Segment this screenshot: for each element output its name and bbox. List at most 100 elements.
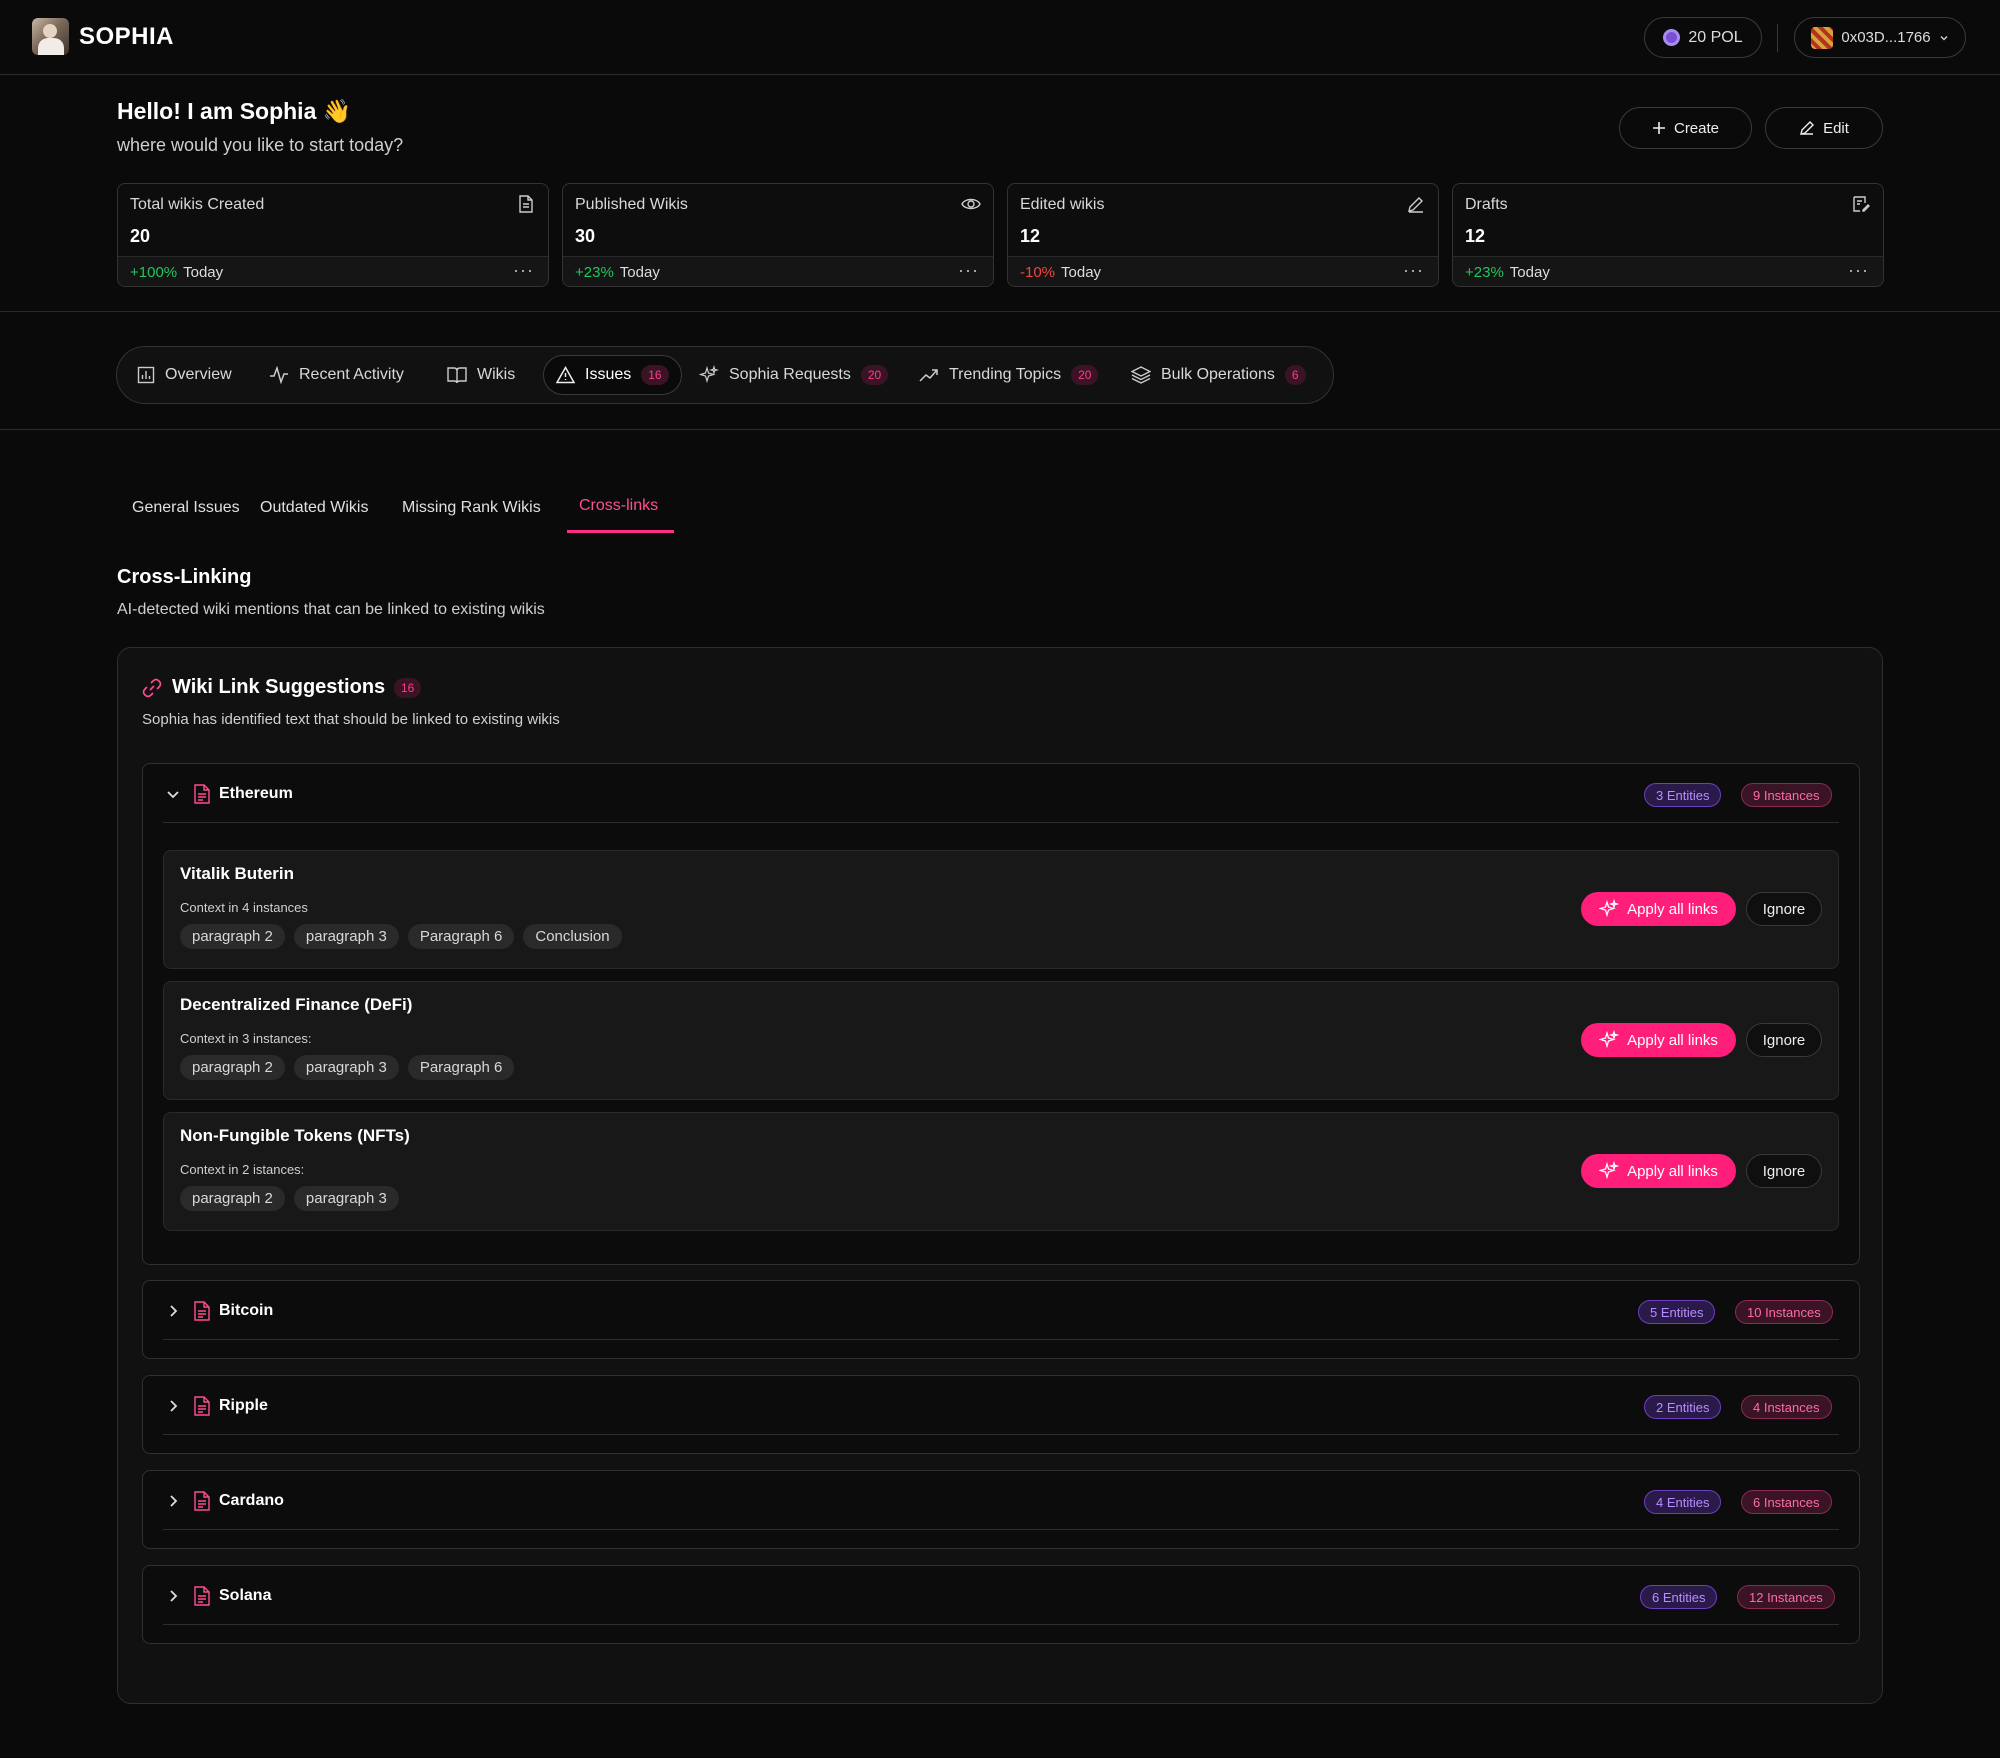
group-cardano[interactable]: Cardano 4 Entities 6 Instances <box>142 1470 1860 1549</box>
subtab-cross-links[interactable]: Cross-links <box>579 497 658 515</box>
tab-issues[interactable]: Issues 16 <box>543 355 682 395</box>
document-icon <box>194 1301 210 1321</box>
plus-icon <box>1652 122 1665 134</box>
instance-chip[interactable]: paragraph 3 <box>293 924 399 949</box>
tab-badge: 20 <box>1071 365 1099 385</box>
stat-footer: +23% Today <box>563 256 993 286</box>
stat-value: 12 <box>1020 226 1041 246</box>
tab-label: Overview <box>165 366 232 383</box>
stat-period: Today <box>1509 264 1550 281</box>
instance-chip[interactable]: paragraph 2 <box>180 1186 285 1211</box>
chevron-right-icon <box>170 1590 178 1602</box>
instance-chip[interactable]: paragraph 2 <box>180 1055 285 1080</box>
divider <box>0 311 2000 312</box>
sophia-avatar <box>32 18 69 55</box>
section-title: Cross-Linking <box>117 566 252 588</box>
instances-count-pill: 12 Instances <box>1737 1585 1835 1609</box>
instance-chips: paragraph 2 paragraph 3 Paragraph 6 Conc… <box>180 924 622 949</box>
chevron-right-icon <box>170 1305 178 1317</box>
stat-card-published-wikis[interactable]: Published Wikis 30 +23% Today ··· <box>562 183 994 287</box>
group-solana[interactable]: Solana 6 Entities 12 Instances <box>142 1565 1860 1644</box>
wallet-address: 0x03D...1766 <box>1841 29 1931 46</box>
divider <box>163 1624 1839 1625</box>
tab-label: Wikis <box>477 366 516 383</box>
section-subtitle: AI-detected wiki mentions that can be li… <box>117 601 545 618</box>
stat-period: Today <box>619 264 660 281</box>
entities-count-pill: 4 Entities <box>1644 1490 1722 1514</box>
entities-count-pill: 5 Entities <box>1638 1300 1716 1324</box>
stat-value: 12 <box>1465 226 1486 246</box>
tab-sophia-requests[interactable]: Sophia Requests 20 <box>687 355 900 395</box>
ignore-label: Ignore <box>1762 1031 1806 1049</box>
stat-value: 20 <box>130 226 151 246</box>
stat-change: -10% <box>1020 264 1056 281</box>
ignore-button[interactable]: Ignore <box>1746 1154 1822 1188</box>
tab-recent-activity[interactable]: Recent Activity <box>257 355 416 395</box>
entity-name: Non-Fungible Tokens (NFTs) <box>180 1126 410 1145</box>
more-options-icon[interactable]: ··· <box>958 260 979 281</box>
group-name: Cardano <box>219 1492 284 1509</box>
tab-trending-topics[interactable]: Trending Topics 20 <box>907 355 1110 395</box>
stat-period: Today <box>183 264 224 281</box>
apply-all-links-button[interactable]: Apply all links <box>1581 892 1736 926</box>
more-options-icon[interactable]: ··· <box>1848 260 1869 281</box>
wallet-button[interactable]: 0x03D...1766 <box>1794 17 1966 58</box>
divider <box>0 429 2000 430</box>
ignore-button[interactable]: Ignore <box>1746 1023 1822 1057</box>
chevron-right-icon <box>170 1495 178 1507</box>
apply-all-links-button[interactable]: Apply all links <box>1581 1023 1736 1057</box>
entity-context: Context in 3 instances: <box>180 1031 312 1046</box>
instances-count-pill: 10 Instances <box>1735 1300 1833 1324</box>
subtab-outdated-wikis[interactable]: Outdated Wikis <box>260 499 368 517</box>
group-bitcoin[interactable]: Bitcoin 5 Entities 10 Instances <box>142 1280 1860 1359</box>
instance-chip[interactable]: paragraph 2 <box>180 924 285 949</box>
group-ripple[interactable]: Ripple 2 Entities 4 Instances <box>142 1375 1860 1454</box>
stat-label: Edited wikis <box>1020 196 1105 213</box>
balance-label: 20 POL <box>1688 28 1743 46</box>
edit-button[interactable]: Edit <box>1765 107 1883 149</box>
instance-chip[interactable]: Paragraph 6 <box>407 1055 515 1080</box>
ignore-button[interactable]: Ignore <box>1746 892 1822 926</box>
instance-chip[interactable]: Conclusion <box>523 924 622 949</box>
subtab-general-issues[interactable]: General Issues <box>132 499 240 517</box>
trending-icon <box>919 369 938 382</box>
stat-card-drafts[interactable]: Drafts 12 +23% Today ··· <box>1452 183 1884 287</box>
tab-label: Recent Activity <box>299 366 404 383</box>
brand[interactable]: SOPHIA <box>32 18 174 55</box>
tab-bulk-operations[interactable]: Bulk Operations 6 <box>1119 355 1318 395</box>
main-tab-bar: Overview Recent Activity Wikis Issues 16… <box>116 346 1334 404</box>
divider <box>1777 24 1778 52</box>
create-button[interactable]: Create <box>1619 107 1752 149</box>
stat-value: 30 <box>575 226 596 246</box>
wiki-link-suggestions-panel: Wiki Link Suggestions 16 Sophia has iden… <box>117 647 1883 1704</box>
document-icon <box>194 1586 210 1606</box>
subtab-missing-rank-wikis[interactable]: Missing Rank Wikis <box>402 499 541 517</box>
instance-chip[interactable]: Paragraph 6 <box>407 924 515 949</box>
instance-chip[interactable]: paragraph 3 <box>293 1055 399 1080</box>
group-name: Solana <box>219 1587 272 1604</box>
stat-label: Total wikis Created <box>130 196 265 213</box>
tab-wikis[interactable]: Wikis <box>435 355 527 395</box>
chevron-down-icon <box>167 791 179 799</box>
instance-chip[interactable]: paragraph 3 <box>293 1186 399 1211</box>
panel-title: Wiki Link Suggestions <box>172 676 386 698</box>
more-options-icon[interactable]: ··· <box>1403 260 1424 281</box>
stat-card-total-wikis[interactable]: Total wikis Created 20 +100% Today ··· <box>117 183 549 287</box>
apply-all-links-button[interactable]: Apply all links <box>1581 1154 1736 1188</box>
stat-footer: +100% Today <box>118 256 548 286</box>
suggestions-count-badge: 16 <box>394 678 422 698</box>
balance-button[interactable]: 20 POL <box>1644 17 1762 58</box>
tab-overview[interactable]: Overview <box>125 355 244 395</box>
group-header[interactable]: Ethereum 3 Entities 9 Instances <box>143 764 1859 824</box>
edit-label: Edit <box>1823 119 1849 137</box>
entity-name: Decentralized Finance (DeFi) <box>180 995 413 1014</box>
tab-label: Bulk Operations <box>1161 366 1275 383</box>
tab-label: Trending Topics <box>949 366 1062 383</box>
group-name: Ethereum <box>219 785 293 802</box>
pencil-icon <box>1408 197 1423 213</box>
entity-context: Context in 4 instances <box>180 900 308 915</box>
stat-footer: -10% Today <box>1008 256 1438 286</box>
stat-card-edited-wikis[interactable]: Edited wikis 12 -10% Today ··· <box>1007 183 1439 287</box>
more-options-icon[interactable]: ··· <box>513 260 534 281</box>
stat-change: +23% <box>1465 264 1504 281</box>
